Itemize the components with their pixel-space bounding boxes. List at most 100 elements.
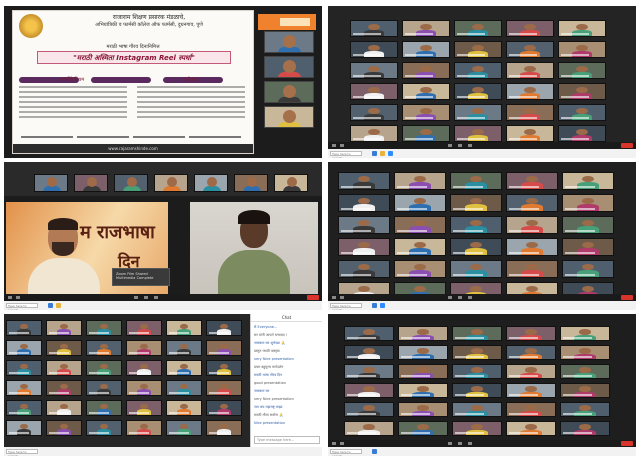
- participant-video-tile[interactable]: [398, 383, 448, 398]
- participant-video-tile[interactable]: [450, 172, 502, 190]
- participant-video-tile[interactable]: [350, 62, 398, 79]
- participant-video-tile[interactable]: [344, 402, 394, 417]
- participant-video-tile[interactable]: [506, 41, 554, 58]
- participant-video-tile[interactable]: [506, 326, 556, 341]
- participant-video-tile[interactable]: [562, 194, 614, 212]
- participant-video-tile[interactable]: [450, 216, 502, 234]
- participant-video-tile[interactable]: [560, 326, 610, 341]
- participant-video-tile[interactable]: [506, 345, 556, 360]
- participant-video-tile[interactable]: [398, 345, 448, 360]
- participant-video-tile[interactable]: [452, 364, 502, 379]
- participant-video-tile[interactable]: [344, 421, 394, 436]
- participant-video-tile[interactable]: [450, 238, 502, 256]
- participant-video-tile[interactable]: [454, 41, 502, 58]
- participant-video-tile[interactable]: [560, 402, 610, 417]
- participant-video-tile[interactable]: [452, 383, 502, 398]
- participant-video-tile[interactable]: [562, 260, 614, 278]
- participant-video-tile[interactable]: [450, 194, 502, 212]
- participant-video-tile[interactable]: [558, 83, 606, 100]
- leave-button[interactable]: [621, 441, 633, 446]
- participant-video-tile[interactable]: [394, 194, 446, 212]
- participant-video-tile[interactable]: [558, 20, 606, 37]
- participant-video-tile[interactable]: [6, 340, 42, 356]
- participant-video-tile[interactable]: [452, 421, 502, 436]
- leave-button[interactable]: [621, 295, 633, 300]
- participant-video-tile[interactable]: [394, 260, 446, 278]
- participant-video-tile[interactable]: [506, 104, 554, 121]
- participant-video-tile[interactable]: [394, 172, 446, 190]
- participant-video-tile[interactable]: [506, 125, 554, 142]
- participant-video-tile[interactable]: [402, 125, 450, 142]
- participant-video-tile[interactable]: [560, 421, 610, 436]
- participant-video-tile[interactable]: [558, 104, 606, 121]
- participant-video-tile[interactable]: [126, 340, 162, 356]
- participant-video-tile[interactable]: [206, 320, 242, 336]
- share-notification-popup[interactable]: Zoom Film Shared Multimedia Complete: [112, 268, 170, 286]
- participant-video-tile[interactable]: [166, 380, 202, 396]
- participant-video-tile[interactable]: [6, 400, 42, 416]
- chat-input[interactable]: Type message here...: [254, 436, 320, 444]
- participant-video-tile[interactable]: [350, 20, 398, 37]
- participant-video-tile[interactable]: [86, 320, 122, 336]
- participant-video-tile[interactable]: [398, 421, 448, 436]
- zoom-toolbar[interactable]: [4, 294, 322, 301]
- participant-video-tile[interactable]: [264, 81, 314, 103]
- participant-video-tile[interactable]: [506, 83, 554, 100]
- participant-video-tile[interactable]: [454, 104, 502, 121]
- participant-video-tile[interactable]: [206, 420, 242, 436]
- participant-video-tile[interactable]: [506, 260, 558, 278]
- participant-video-tile[interactable]: [398, 402, 448, 417]
- participant-video-tile[interactable]: [506, 421, 556, 436]
- participant-video-tile[interactable]: [166, 320, 202, 336]
- taskbar-search-input[interactable]: Type here to search: [6, 303, 38, 310]
- participant-video-tile[interactable]: [452, 345, 502, 360]
- participant-video-tile[interactable]: [450, 260, 502, 278]
- participant-video-tile[interactable]: [560, 383, 610, 398]
- participant-video-tile[interactable]: [398, 364, 448, 379]
- participant-video-tile[interactable]: [6, 380, 42, 396]
- participant-video-tile[interactable]: [338, 238, 390, 256]
- participant-video-tile[interactable]: [166, 340, 202, 356]
- participant-video-tile[interactable]: [86, 420, 122, 436]
- participant-video-tile[interactable]: [506, 194, 558, 212]
- participant-video-tile[interactable]: [506, 238, 558, 256]
- participant-video-tile[interactable]: [6, 360, 42, 376]
- participant-video-tile[interactable]: [46, 420, 82, 436]
- participant-video-tile[interactable]: [454, 83, 502, 100]
- participant-video-tile[interactable]: [344, 326, 394, 341]
- participant-video-tile[interactable]: [350, 104, 398, 121]
- participant-video-tile[interactable]: [454, 62, 502, 79]
- participant-video-tile[interactable]: [46, 320, 82, 336]
- participant-video-tile[interactable]: [506, 402, 556, 417]
- participant-video-tile[interactable]: [46, 340, 82, 356]
- taskbar-search-input[interactable]: Type here to search: [6, 449, 38, 456]
- participant-video-tile[interactable]: [344, 364, 394, 379]
- participant-video-tile[interactable]: [46, 400, 82, 416]
- chat-message-list[interactable]: से Everyone... सर यांनी आपले धन्यवाद ! नमस…: [251, 324, 322, 426]
- participant-video-tile[interactable]: [398, 326, 448, 341]
- participant-video-tile[interactable]: [394, 216, 446, 234]
- participant-video-tile[interactable]: [338, 260, 390, 278]
- zoom-toolbar[interactable]: [328, 142, 636, 149]
- participant-video-tile[interactable]: [506, 364, 556, 379]
- taskbar-search-input[interactable]: Type here to search: [330, 303, 362, 310]
- participant-video-tile[interactable]: [86, 360, 122, 376]
- participant-video-tile[interactable]: [560, 345, 610, 360]
- leave-button[interactable]: [621, 143, 633, 148]
- taskbar-search-input[interactable]: Type here to search: [330, 151, 362, 158]
- participant-video-tile[interactable]: [350, 83, 398, 100]
- participant-video-tile[interactable]: [234, 174, 268, 192]
- participant-video-tile[interactable]: [114, 174, 148, 192]
- participant-video-tile[interactable]: [86, 400, 122, 416]
- participant-video-tile[interactable]: [506, 216, 558, 234]
- participant-video-tile[interactable]: [338, 216, 390, 234]
- participant-video-tile[interactable]: [126, 380, 162, 396]
- participant-video-tile[interactable]: [350, 125, 398, 142]
- participant-video-tile[interactable]: [206, 380, 242, 396]
- participant-video-tile[interactable]: [46, 380, 82, 396]
- participant-video-tile[interactable]: [206, 400, 242, 416]
- participant-video-tile[interactable]: [562, 216, 614, 234]
- participant-video-tile[interactable]: [206, 360, 242, 376]
- participant-video-tile[interactable]: [350, 41, 398, 58]
- participant-video-tile[interactable]: [558, 41, 606, 58]
